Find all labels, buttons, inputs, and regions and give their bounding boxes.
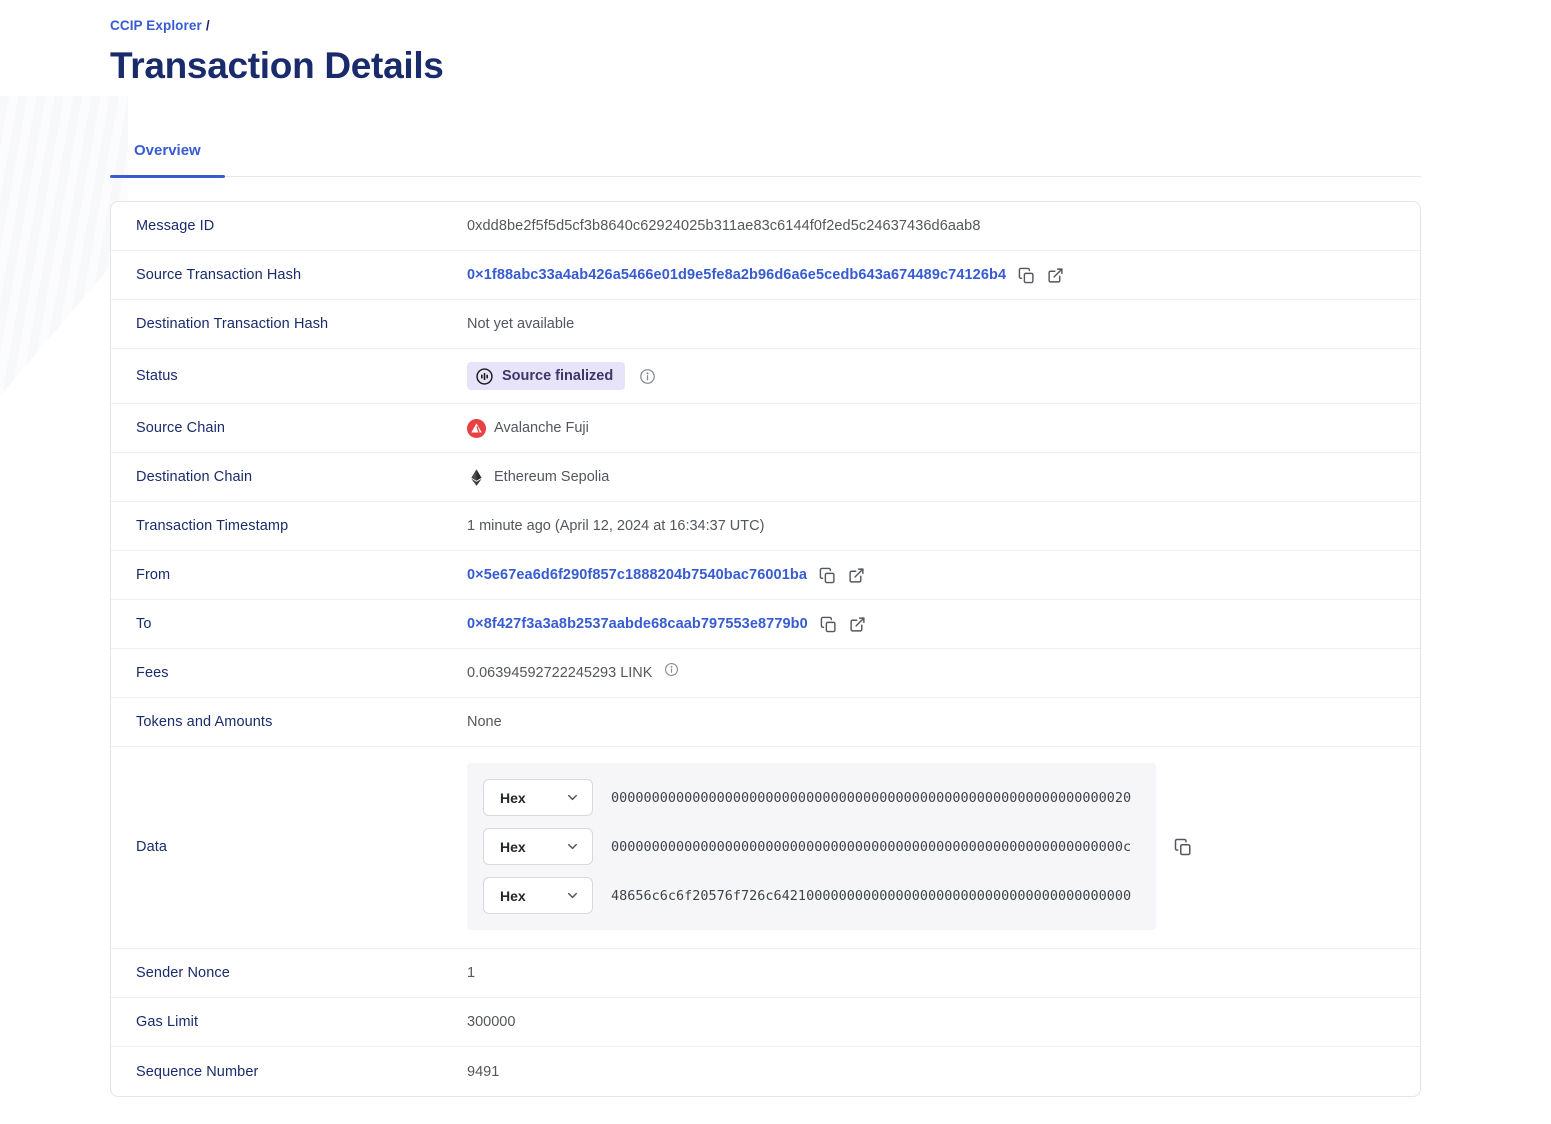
hex-format-select[interactable]: Hex	[483, 877, 593, 914]
background-decoration	[0, 96, 128, 396]
status-progress-icon	[475, 367, 494, 386]
fees-label: Fees	[136, 665, 169, 681]
tokens-label: Tokens and Amounts	[136, 714, 273, 730]
row-dest-tx-hash: Destination Transaction Hash Not yet ava…	[111, 300, 1420, 349]
dest-chain-value: Ethereum Sepolia	[494, 469, 610, 485]
dest-tx-hash-value: Not yet available	[467, 316, 575, 332]
message-id-value: 0xdd8be2f5f5d5cf3b8640c62924025b311ae83c…	[467, 218, 981, 234]
row-from: From 0×5e67ea6d6f290f857c1888204b7540bac…	[111, 551, 1420, 600]
status-label: Status	[136, 368, 178, 384]
ethereum-sepolia-icon	[467, 468, 486, 487]
gas-limit-label: Gas Limit	[136, 1014, 199, 1030]
row-message-id: Message ID 0xdd8be2f5f5d5cf3b8640c629240…	[111, 202, 1420, 251]
source-chain-value: Avalanche Fuji	[494, 420, 589, 436]
data-line: Hex 48656c6c6f20576f726c6421000000000000…	[483, 877, 1140, 914]
transaction-details-card: Message ID 0xdd8be2f5f5d5cf3b8640c629240…	[110, 201, 1421, 1097]
source-tx-hash-label: Source Transaction Hash	[136, 267, 302, 283]
tab-overview[interactable]: Overview	[110, 134, 225, 178]
hex-format-select[interactable]: Hex	[483, 779, 593, 816]
external-link-icon[interactable]	[1047, 267, 1064, 284]
data-hex-line-1: 0000000000000000000000000000000000000000…	[611, 789, 1132, 806]
to-address-link[interactable]: 0×8f427f3a3a8b2537aabde68caab797553e8779…	[467, 616, 808, 632]
row-source-tx-hash: Source Transaction Hash 0×1f88abc33a4ab4…	[111, 251, 1420, 300]
dest-tx-hash-label: Destination Transaction Hash	[136, 316, 329, 332]
data-hex-line-2: 0000000000000000000000000000000000000000…	[611, 838, 1132, 855]
breadcrumb: CCIP Explorer /	[110, 0, 1421, 33]
avalanche-fuji-icon	[467, 418, 486, 438]
data-label: Data	[136, 838, 168, 855]
sequence-number-value: 9491	[467, 1063, 500, 1080]
copy-icon[interactable]	[819, 567, 836, 584]
hex-format-select-value: Hex	[500, 887, 526, 904]
data-line: Hex 000000000000000000000000000000000000…	[483, 779, 1140, 816]
copy-icon[interactable]	[1018, 267, 1035, 284]
source-tx-hash-link[interactable]: 0×1f88abc33a4ab426a5466e01d9e5fe8a2b96d6…	[467, 267, 1006, 283]
timestamp-value: 1 minute ago (April 12, 2024 at 16:34:37…	[467, 518, 765, 534]
breadcrumb-ccip-explorer-link[interactable]: CCIP Explorer	[110, 18, 202, 33]
row-status: Status Source finalized	[111, 349, 1420, 404]
row-sender-nonce: Sender Nonce 1	[111, 949, 1420, 998]
hex-format-select-value: Hex	[500, 789, 526, 806]
row-to: To 0×8f427f3a3a8b2537aabde68caab797553e8…	[111, 600, 1420, 649]
copy-data-icon[interactable]	[1174, 838, 1192, 856]
from-address-link[interactable]: 0×5e67ea6d6f290f857c1888204b7540bac76001…	[467, 567, 807, 583]
from-label: From	[136, 567, 171, 583]
hex-format-select-value: Hex	[500, 838, 526, 855]
sender-nonce-label: Sender Nonce	[136, 965, 230, 981]
copy-icon[interactable]	[820, 616, 837, 633]
chevron-down-icon	[565, 790, 580, 805]
row-sequence-number: Sequence Number 9491	[111, 1047, 1420, 1096]
row-data: Data Hex 0000000000000000000000000000000…	[111, 747, 1420, 949]
sequence-number-label: Sequence Number	[136, 1063, 259, 1080]
breadcrumb-separator: /	[205, 18, 210, 33]
tokens-value: None	[467, 714, 502, 730]
external-link-icon[interactable]	[849, 616, 866, 633]
row-source-chain: Source Chain Avalanche Fuji	[111, 404, 1420, 453]
timestamp-label: Transaction Timestamp	[136, 518, 289, 534]
tab-bar: Overview	[110, 134, 1421, 178]
gas-limit-value: 300000	[467, 1014, 516, 1030]
sender-nonce-value: 1	[467, 965, 476, 981]
row-tokens: Tokens and Amounts None	[111, 698, 1420, 747]
status-badge-text: Source finalized	[502, 368, 614, 384]
chevron-down-icon	[565, 888, 580, 903]
row-gas-limit: Gas Limit 300000	[111, 998, 1420, 1047]
hex-format-select[interactable]: Hex	[483, 828, 593, 865]
row-dest-chain: Destination Chain Ethereum Sepolia	[111, 453, 1420, 502]
data-hex-line-3: 48656c6c6f20576f726c64210000000000000000…	[611, 887, 1132, 904]
to-label: To	[136, 616, 152, 632]
page-title: Transaction Details	[110, 45, 444, 86]
external-link-icon[interactable]	[848, 567, 865, 584]
chevron-down-icon	[565, 839, 580, 854]
message-id-label: Message ID	[136, 218, 215, 234]
row-fees: Fees 0.06394592722245293 LINK	[111, 649, 1420, 698]
row-timestamp: Transaction Timestamp 1 minute ago (Apri…	[111, 502, 1420, 551]
fees-info-icon[interactable]	[664, 662, 679, 677]
status-badge: Source finalized	[467, 362, 626, 390]
page-container: CCIP Explorer / Transaction Details Overv…	[110, 0, 1421, 1097]
source-chain-label: Source Chain	[136, 420, 226, 436]
data-panel: Hex 000000000000000000000000000000000000…	[467, 763, 1156, 930]
fees-value: 0.06394592722245293 LINK	[467, 665, 653, 681]
dest-chain-label: Destination Chain	[136, 469, 253, 485]
status-info-icon[interactable]	[639, 368, 656, 385]
data-line: Hex 000000000000000000000000000000000000…	[483, 828, 1140, 865]
